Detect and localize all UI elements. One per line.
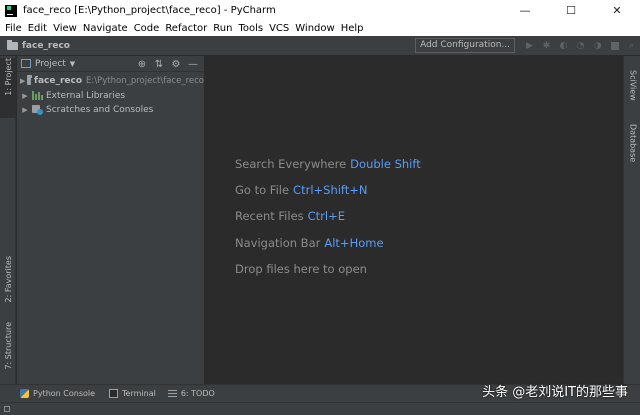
search-everywhere-icon[interactable]: ⌕: [623, 37, 640, 54]
hint-label: Navigation Bar: [235, 236, 321, 250]
expand-arrow-icon[interactable]: ▶: [20, 77, 25, 85]
project-panel-tools: ⊕ ⇅ ⚙ —: [132, 56, 200, 72]
concurrency-icon[interactable]: ◑: [589, 37, 606, 54]
tab-project-label: 1: Project: [3, 58, 13, 96]
folder-icon: [7, 39, 18, 50]
hint-drop-files: Drop files here to open: [235, 262, 367, 276]
window-title: face_reco [E:\Python_project\face_reco] …: [23, 5, 276, 16]
hint-shortcut: Double Shift: [350, 157, 421, 171]
hint-navigation-bar: Navigation Bar Alt+Home: [235, 236, 384, 250]
menu-window[interactable]: Window: [292, 22, 337, 36]
breadcrumb-project[interactable]: face_reco: [22, 41, 70, 51]
tab-todo[interactable]: 6: TODO: [167, 389, 215, 398]
status-bar: [0, 402, 640, 415]
hint-label: Drop files here to open: [235, 262, 367, 276]
tab-favorites-label: 2: Favorites: [3, 256, 13, 303]
project-panel-title: Project: [35, 58, 66, 69]
project-tool-window: Project ▼ ⊕ ⇅ ⚙ — ▶ face_reco E:\Python_…: [17, 56, 204, 384]
menu-view[interactable]: View: [50, 22, 80, 36]
minimize-button[interactable]: —: [502, 0, 548, 21]
menu-run[interactable]: Run: [210, 22, 235, 36]
close-button[interactable]: ✕: [594, 0, 640, 21]
pycharm-logo-icon: [5, 4, 17, 17]
scratches-icon: [32, 105, 43, 116]
hint-shortcut: Ctrl+Shift+N: [293, 183, 368, 197]
tab-structure[interactable]: 7: Structure: [0, 322, 16, 380]
collapse-all-icon[interactable]: ⇅: [152, 57, 166, 71]
project-view-icon: [21, 59, 31, 68]
stop-icon[interactable]: [606, 37, 623, 54]
python-console-icon: [20, 389, 29, 398]
tree-item-face-reco[interactable]: ▶ face_reco E:\Python_project\face_reco: [17, 74, 204, 89]
library-icon: [32, 91, 43, 101]
add-configuration-button[interactable]: Add Configuration...: [415, 38, 515, 53]
menu-edit[interactable]: Edit: [25, 22, 50, 36]
navigation-bar: face_reco Add Configuration... ▶ ✱ ◐ ◔ ◑…: [0, 36, 640, 56]
hide-icon[interactable]: —: [186, 57, 200, 71]
tab-favorites[interactable]: 2: Favorites: [0, 256, 16, 314]
project-view-selector[interactable]: Project ▼: [21, 59, 75, 69]
hint-shortcut: Alt+Home: [324, 236, 384, 250]
hint-label: Go to File: [235, 183, 290, 197]
tab-python-console[interactable]: Python Console: [20, 389, 95, 398]
tab-terminal-label: Terminal: [122, 389, 156, 398]
menu-navigate[interactable]: Navigate: [80, 22, 131, 36]
hint-label: Search Everywhere: [235, 157, 347, 171]
gear-icon[interactable]: ⚙: [169, 57, 183, 71]
right-tool-strip: SciView Database: [623, 56, 640, 384]
tree-item-path: E:\Python_project\face_reco: [86, 76, 204, 87]
tab-python-console-label: Python Console: [33, 389, 96, 398]
folder-icon: [27, 75, 32, 86]
tree-item-label: External Libraries: [46, 90, 126, 101]
tab-terminal[interactable]: Terminal: [109, 389, 156, 398]
locate-icon[interactable]: ⊕: [135, 57, 149, 71]
coverage-icon[interactable]: ◐: [555, 37, 572, 54]
menu-tools[interactable]: Tools: [235, 22, 266, 36]
tree-item-label: face_reco: [34, 76, 83, 87]
hint-label: Recent Files: [235, 209, 304, 223]
tree-item-scratches[interactable]: ▶ Scratches and Consoles: [17, 103, 204, 118]
run-toolbar: Add Configuration... ▶ ✱ ◐ ◔ ◑ ⌕: [415, 36, 640, 55]
tool-windows-toggle-icon[interactable]: [4, 406, 10, 412]
tab-sciview-label: SciView: [628, 70, 638, 101]
menu-bar: File Edit View Navigate Code Refactor Ru…: [0, 21, 640, 36]
run-icon[interactable]: ▶: [521, 37, 538, 54]
expand-arrow-icon[interactable]: ▶: [20, 106, 30, 114]
menu-file[interactable]: File: [2, 22, 25, 36]
title-bar: face_reco [E:\Python_project\face_reco] …: [0, 0, 640, 21]
todo-icon: [167, 390, 177, 397]
profile-icon[interactable]: ◔: [572, 37, 589, 54]
hint-go-to-file: Go to File Ctrl+Shift+N: [235, 183, 368, 197]
menu-vcs[interactable]: VCS: [266, 22, 292, 36]
project-tree: ▶ face_reco E:\Python_project\face_reco …: [17, 72, 204, 118]
project-panel-header: Project ▼ ⊕ ⇅ ⚙ —: [17, 56, 204, 72]
menu-code[interactable]: Code: [131, 22, 163, 36]
editor-empty-area[interactable]: Search Everywhere Double Shift Go to File…: [204, 56, 623, 384]
tab-todo-label: 6: TODO: [180, 389, 215, 398]
tree-item-label: Scratches and Consoles: [46, 105, 154, 116]
tree-item-external-libraries[interactable]: ▶ External Libraries: [17, 89, 204, 104]
watermark: 头条 @老刘说IT的那些事: [482, 385, 628, 400]
tab-structure-label: 7: Structure: [3, 322, 13, 370]
chevron-down-icon: ▼: [69, 59, 76, 68]
menu-refactor[interactable]: Refactor: [162, 22, 210, 36]
expand-arrow-icon[interactable]: ▶: [20, 92, 30, 100]
tab-project[interactable]: 1: Project: [0, 58, 16, 118]
maximize-button[interactable]: ☐: [548, 0, 594, 21]
hint-shortcut: Ctrl+E: [307, 209, 346, 223]
tab-database-label: Database: [628, 124, 638, 163]
tab-database[interactable]: Database: [625, 124, 640, 164]
menu-help[interactable]: Help: [338, 22, 367, 36]
hint-recent-files: Recent Files Ctrl+E: [235, 209, 345, 223]
tab-sciview[interactable]: SciView: [625, 70, 640, 106]
hint-search-everywhere: Search Everywhere Double Shift: [235, 157, 421, 171]
left-tool-strip: 1: Project 2: Favorites 7: Structure: [0, 56, 16, 384]
debug-icon[interactable]: ✱: [538, 37, 555, 54]
terminal-icon: [109, 389, 119, 398]
